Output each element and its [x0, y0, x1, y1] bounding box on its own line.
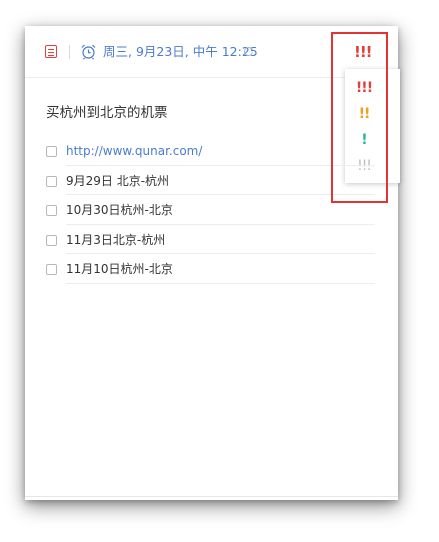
checklist-checkbox[interactable] — [46, 175, 57, 187]
checklist: http://www.qunar.com/ 9月29日 北京-杭州 10月30日… — [45, 136, 375, 284]
bottom-divider — [25, 496, 398, 497]
item-divider — [66, 282, 375, 284]
task-title[interactable]: 买杭州到北京的机票 — [46, 103, 168, 123]
list-icon[interactable] — [45, 45, 57, 58]
checklist-item-text[interactable]: 11月3日北京-杭州 — [66, 231, 165, 249]
checklist-checkbox[interactable] — [46, 234, 57, 246]
repeat-icon[interactable] — [243, 46, 254, 57]
checklist-item-text[interactable]: 10月30日杭州-北京 — [66, 201, 173, 219]
toolbar-divider — [69, 45, 70, 59]
checklist-item: 11月3日北京-杭州 — [45, 225, 375, 254]
checklist-item: 10月30日杭州-北京 — [45, 195, 375, 225]
checklist-checkbox[interactable] — [46, 264, 57, 275]
annotation-highlight-box — [331, 32, 388, 203]
checklist-item: http://www.qunar.com/ — [45, 136, 375, 166]
checklist-item: 11月10日杭州-北京 — [45, 254, 375, 284]
checklist-item-link[interactable]: http://www.qunar.com/ — [66, 142, 202, 160]
checklist-item: 9月29日 北京-杭州 — [45, 166, 375, 195]
checklist-item-text[interactable]: 11月10日杭州-北京 — [66, 260, 173, 278]
checklist-item-text[interactable]: 9月29日 北京-杭州 — [66, 172, 169, 190]
alarm-clock-icon[interactable] — [80, 43, 97, 60]
checklist-checkbox[interactable] — [46, 146, 57, 157]
checklist-checkbox[interactable] — [46, 205, 57, 216]
due-date-text[interactable]: 周三, 9月23日, 中午 12:25 — [103, 42, 258, 62]
